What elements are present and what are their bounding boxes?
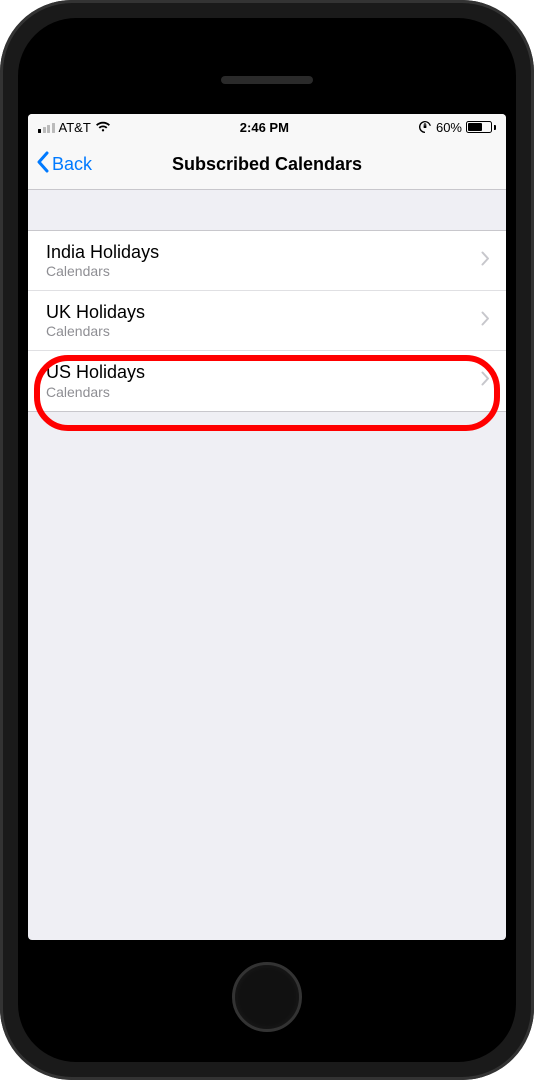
phone-frame: AT&T 2:46 PM 60% (0, 0, 534, 1080)
row-title: UK Holidays (46, 301, 145, 324)
back-label: Back (52, 154, 92, 175)
calendar-row-us[interactable]: US Holidays Calendars (28, 351, 506, 411)
speaker-grille (221, 76, 313, 84)
back-button[interactable]: Back (36, 151, 92, 178)
phone-bezel: AT&T 2:46 PM 60% (18, 18, 516, 1062)
status-time: 2:46 PM (240, 120, 289, 135)
row-subtitle: Calendars (46, 384, 145, 402)
nav-bar: Back Subscribed Calendars (28, 140, 506, 190)
row-title: India Holidays (46, 241, 159, 264)
signal-icon (38, 122, 55, 133)
orientation-lock-icon (418, 120, 432, 134)
row-subtitle: Calendars (46, 263, 159, 281)
content: India Holidays Calendars UK Holidays Cal… (28, 190, 506, 412)
chevron-right-icon (481, 311, 490, 331)
status-bar: AT&T 2:46 PM 60% (28, 114, 506, 140)
chevron-right-icon (481, 371, 490, 391)
chevron-left-icon (36, 151, 50, 178)
chevron-right-icon (481, 251, 490, 271)
home-button[interactable] (232, 962, 302, 1032)
screen: AT&T 2:46 PM 60% (28, 114, 506, 940)
calendar-row-uk[interactable]: UK Holidays Calendars (28, 291, 506, 351)
status-left: AT&T (38, 120, 111, 135)
calendar-row-india[interactable]: India Holidays Calendars (28, 231, 506, 291)
calendar-list: India Holidays Calendars UK Holidays Cal… (28, 230, 506, 412)
row-subtitle: Calendars (46, 323, 145, 341)
wifi-icon (95, 121, 111, 133)
page-title: Subscribed Calendars (28, 154, 506, 175)
battery-icon (466, 121, 496, 133)
row-title: US Holidays (46, 361, 145, 384)
status-right: 60% (418, 120, 496, 135)
battery-pct: 60% (436, 120, 462, 135)
carrier-label: AT&T (59, 120, 91, 135)
